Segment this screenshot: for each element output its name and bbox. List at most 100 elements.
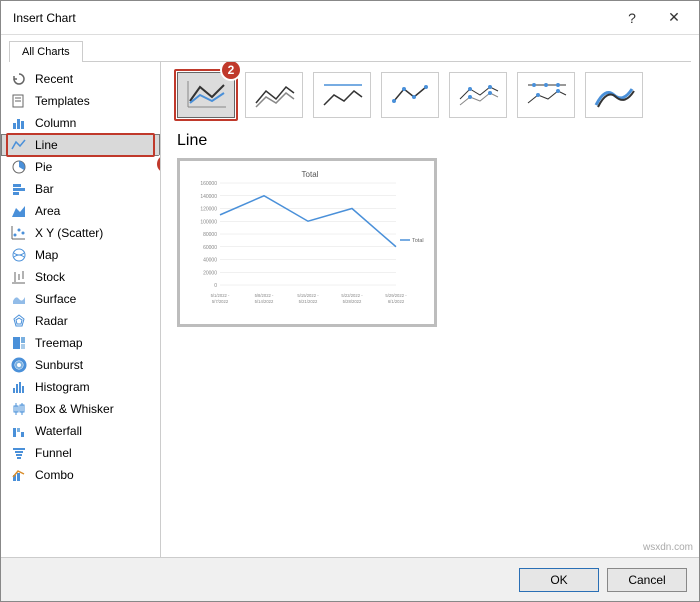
svg-text:100000: 100000	[200, 219, 217, 225]
chart-svg: Total02000040000600008000010000012000014…	[184, 165, 436, 315]
tabstrip: All Charts	[1, 35, 699, 61]
sidebar-item-bar[interactable]: Bar	[1, 178, 160, 200]
svg-text:120000: 120000	[200, 207, 217, 213]
area-icon	[11, 203, 27, 219]
sidebar-item-boxwhisker[interactable]: Box & Whisker	[1, 398, 160, 420]
subtype-100-stacked-line-markers[interactable]	[517, 72, 575, 118]
sidebar-item-label: Surface	[35, 292, 76, 306]
sidebar-item-label: Templates	[35, 94, 90, 108]
sidebar-item-label: Sunburst	[35, 358, 83, 372]
sidebar-item-area[interactable]: Area	[1, 200, 160, 222]
sidebar-item-surface[interactable]: Surface	[1, 288, 160, 310]
svg-text:160000: 160000	[200, 181, 217, 187]
svg-text:5/7/2022: 5/7/2022	[212, 299, 229, 304]
ok-button[interactable]: OK	[519, 568, 599, 592]
svg-text:0: 0	[214, 283, 217, 289]
sidebar-item-label: Recent	[35, 72, 73, 86]
sidebar-item-label: Radar	[35, 314, 68, 328]
treemap-icon	[11, 335, 27, 351]
sidebar-item-recent[interactable]: Recent	[1, 68, 160, 90]
content-pane: 2 L	[161, 62, 699, 557]
tab-all-charts[interactable]: All Charts	[9, 41, 83, 62]
sidebar-item-label: Pie	[35, 160, 52, 174]
boxwhisker-icon	[11, 401, 27, 417]
map-icon	[11, 247, 27, 263]
funnel-icon	[11, 445, 27, 461]
sidebar-item-label: Map	[35, 248, 58, 262]
svg-text:5/22/2022 -: 5/22/2022 -	[341, 293, 363, 298]
sidebar-item-label: X Y (Scatter)	[35, 226, 103, 240]
sunburst-icon	[11, 357, 27, 373]
column-icon	[11, 115, 27, 131]
svg-text:5/8/2022 -: 5/8/2022 -	[255, 293, 274, 298]
svg-text:5/21/2022: 5/21/2022	[299, 299, 318, 304]
cancel-button[interactable]: Cancel	[607, 568, 687, 592]
subtype-line-markers[interactable]	[381, 72, 439, 118]
svg-text:6/1/2022: 6/1/2022	[388, 299, 405, 304]
surface-icon	[11, 291, 27, 307]
svg-text:5/29/2022 -: 5/29/2022 -	[385, 293, 407, 298]
combo-icon	[11, 467, 27, 483]
sidebar-item-waterfall[interactable]: Waterfall	[1, 420, 160, 442]
histogram-icon	[11, 379, 27, 395]
radar-icon	[11, 313, 27, 329]
footer: OK Cancel	[1, 557, 699, 601]
subtype-stacked-line[interactable]	[245, 72, 303, 118]
svg-text:5/28/2022: 5/28/2022	[343, 299, 362, 304]
sidebar-item-column[interactable]: Column	[1, 112, 160, 134]
subtype-stacked-line-markers[interactable]	[449, 72, 507, 118]
help-button[interactable]: ?	[611, 3, 653, 33]
sidebar: Recent Templates Column Line 1 Pie Ba	[1, 62, 161, 557]
sidebar-item-sunburst[interactable]: Sunburst	[1, 354, 160, 376]
sidebar-item-label: Funnel	[35, 446, 72, 460]
sidebar-item-histogram[interactable]: Histogram	[1, 376, 160, 398]
sidebar-item-label: Histogram	[35, 380, 90, 394]
recent-icon	[11, 71, 27, 87]
subtype-100-stacked-line[interactable]	[313, 72, 371, 118]
svg-text:40000: 40000	[203, 258, 217, 264]
templates-icon	[11, 93, 27, 109]
svg-text:5/15/2022 -: 5/15/2022 -	[297, 293, 319, 298]
sidebar-item-label: Combo	[35, 468, 74, 482]
sidebar-item-scatter[interactable]: X Y (Scatter)	[1, 222, 160, 244]
dialog-window: Insert Chart ? ✕ All Charts Recent Templ…	[0, 0, 700, 602]
sidebar-item-pie[interactable]: Pie	[1, 156, 160, 178]
sidebar-item-label: Area	[35, 204, 60, 218]
titlebar: Insert Chart ? ✕	[1, 1, 699, 35]
watermark: wsxdn.com	[643, 542, 693, 553]
sidebar-item-label: Stock	[35, 270, 65, 284]
chart-subtypes: 2	[177, 72, 683, 118]
sidebar-item-radar[interactable]: Radar	[1, 310, 160, 332]
sidebar-item-label: Waterfall	[35, 424, 82, 438]
svg-text:60000: 60000	[203, 245, 217, 251]
svg-text:Total: Total	[302, 170, 319, 179]
sidebar-item-label: Bar	[35, 182, 54, 196]
svg-text:20000: 20000	[203, 270, 217, 276]
stock-icon	[11, 269, 27, 285]
waterfall-icon	[11, 423, 27, 439]
sidebar-item-combo[interactable]: Combo	[1, 464, 160, 486]
window-title: Insert Chart	[13, 11, 76, 25]
close-button[interactable]: ✕	[653, 3, 695, 33]
sidebar-item-label: Line	[35, 138, 58, 152]
sidebar-item-stock[interactable]: Stock	[1, 266, 160, 288]
chart-heading: Line	[177, 132, 683, 150]
chart-preview[interactable]: Total02000040000600008000010000012000014…	[177, 158, 437, 327]
bar-icon	[11, 181, 27, 197]
pie-icon	[11, 159, 27, 175]
sidebar-item-map[interactable]: Map	[1, 244, 160, 266]
subtype-3d-line[interactable]	[585, 72, 643, 118]
badge-2: 2	[220, 62, 242, 81]
sidebar-item-label: Column	[35, 116, 76, 130]
svg-text:5/1/2022 -: 5/1/2022 -	[211, 293, 230, 298]
sidebar-item-label: Box & Whisker	[35, 402, 114, 416]
subtype-line[interactable]: 2	[177, 72, 235, 118]
sidebar-item-funnel[interactable]: Funnel	[1, 442, 160, 464]
sidebar-item-templates[interactable]: Templates	[1, 90, 160, 112]
sidebar-item-treemap[interactable]: Treemap	[1, 332, 160, 354]
sidebar-item-line[interactable]: Line 1	[1, 134, 160, 156]
line-icon	[11, 137, 27, 153]
scatter-icon	[11, 225, 27, 241]
sidebar-item-label: Treemap	[35, 336, 83, 350]
svg-text:140000: 140000	[200, 194, 217, 200]
